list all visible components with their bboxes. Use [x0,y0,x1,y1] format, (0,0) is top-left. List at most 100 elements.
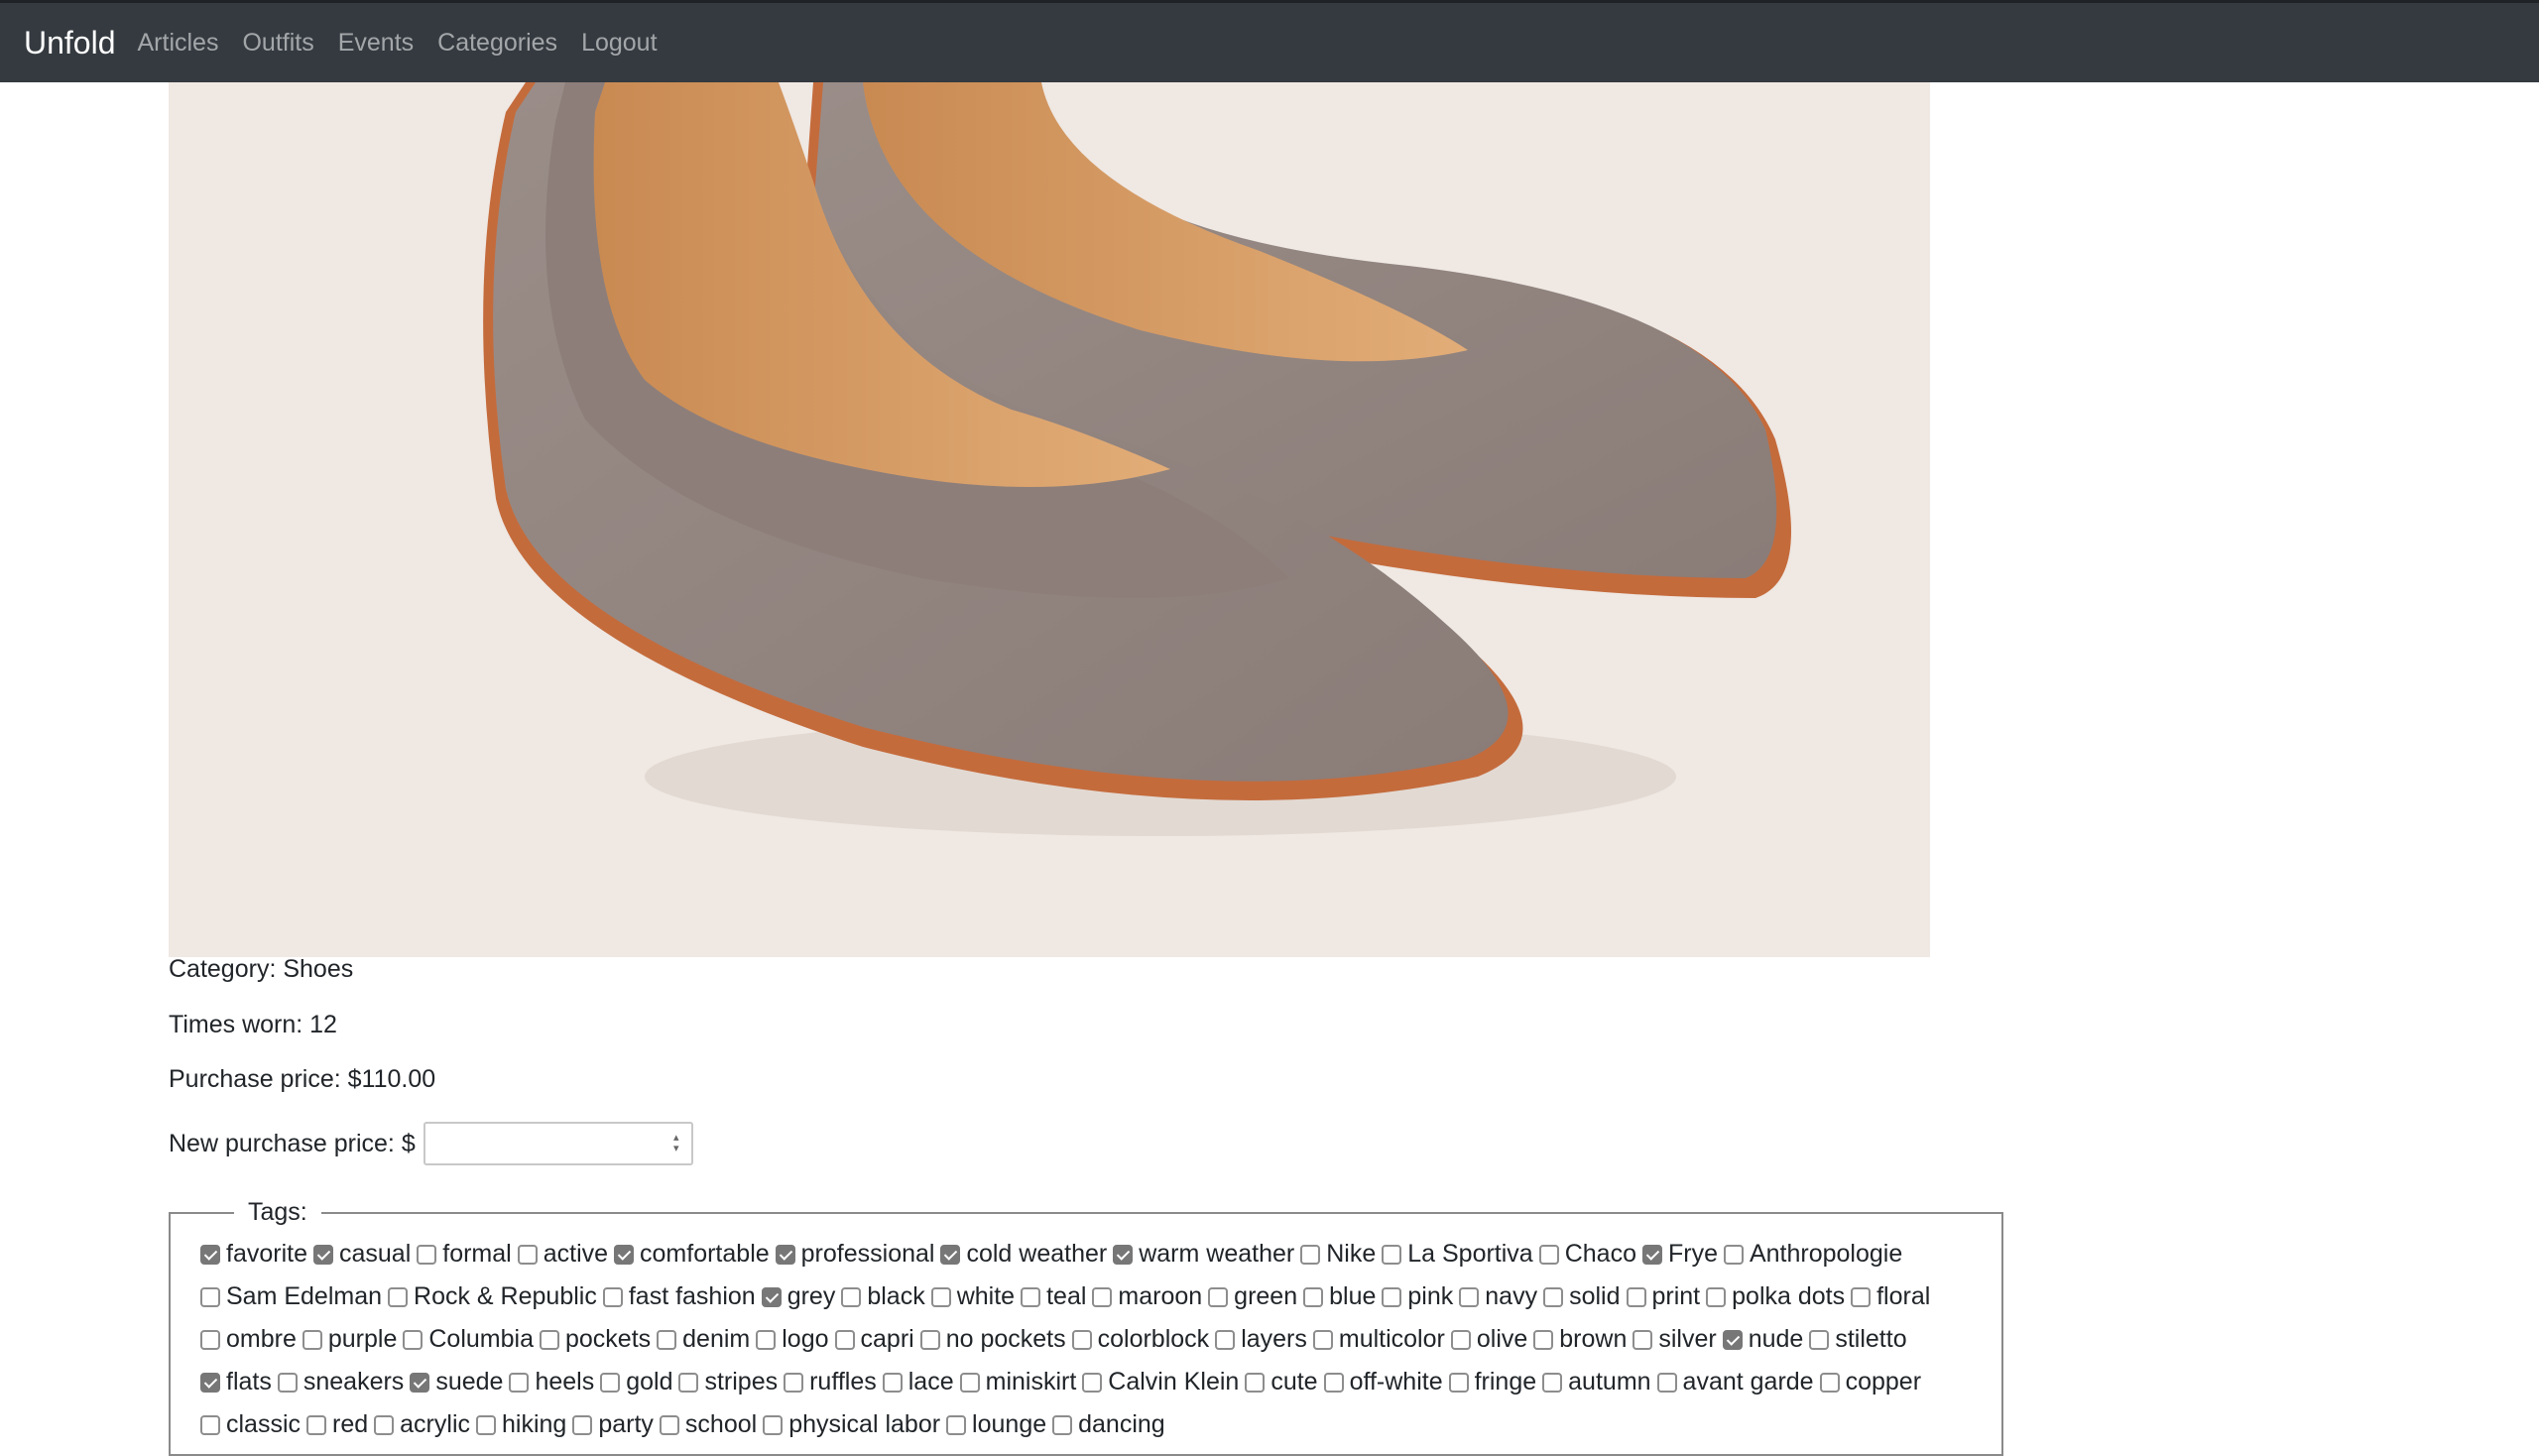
tag-option[interactable]: party [572,1403,654,1446]
tag-option[interactable]: stiletto [1809,1318,1907,1361]
tag-checkbox[interactable] [312,1244,333,1265]
tag-checkbox[interactable] [388,1286,409,1307]
tag-checkbox[interactable] [403,1329,423,1350]
tag-checkbox[interactable] [959,1372,980,1393]
nav-logout[interactable]: Logout [569,29,668,58]
tag-option[interactable]: pockets [539,1318,651,1361]
tag-option[interactable]: formal [417,1233,512,1275]
tag-checkbox[interactable] [1450,1329,1471,1350]
tag-checkbox[interactable] [200,1329,220,1350]
tag-option[interactable]: layers [1215,1318,1307,1361]
tag-checkbox[interactable] [410,1372,430,1393]
tag-option[interactable]: ruffles [784,1361,877,1403]
tag-checkbox[interactable] [1113,1244,1134,1265]
tag-option[interactable]: Calvin Klein [1082,1361,1239,1403]
tag-option[interactable]: favorite [200,1233,307,1275]
tag-checkbox[interactable] [509,1372,530,1393]
tag-checkbox[interactable] [657,1329,677,1350]
tag-option[interactable]: hiking [476,1403,566,1446]
tag-checkbox[interactable] [1245,1372,1266,1393]
tag-option[interactable]: suede [410,1361,503,1403]
tag-option[interactable]: miniskirt [959,1361,1076,1403]
tag-checkbox[interactable] [602,1286,623,1307]
tag-option[interactable]: teal [1021,1275,1086,1318]
tag-checkbox[interactable] [572,1414,593,1435]
tag-option[interactable]: colorblock [1071,1318,1209,1361]
tag-checkbox[interactable] [1312,1329,1333,1350]
tag-option[interactable]: olive [1450,1318,1527,1361]
tag-option[interactable]: white [930,1275,1015,1318]
tag-checkbox[interactable] [614,1244,635,1265]
tag-option[interactable]: Columbia [403,1318,534,1361]
tag-option[interactable]: ombre [200,1318,297,1361]
tag-option[interactable]: autumn [1542,1361,1651,1403]
tag-checkbox[interactable] [600,1372,621,1393]
tag-option[interactable]: Rock & Republic [388,1275,597,1318]
tag-option[interactable]: no pockets [919,1318,1066,1361]
tag-option[interactable]: polka dots [1706,1275,1845,1318]
tag-option[interactable]: nude [1722,1318,1803,1361]
tag-checkbox[interactable] [1706,1286,1727,1307]
tag-option[interactable]: comfortable [614,1233,770,1275]
tag-checkbox[interactable] [539,1329,559,1350]
tag-checkbox[interactable] [306,1414,327,1435]
tag-option[interactable]: fast fashion [602,1275,756,1318]
tag-option[interactable]: print [1626,1275,1700,1318]
tag-checkbox[interactable] [1722,1329,1743,1350]
tag-option[interactable]: lounge [946,1403,1046,1446]
tag-option[interactable]: floral [1851,1275,1930,1318]
tag-checkbox[interactable] [1448,1372,1469,1393]
tag-checkbox[interactable] [200,1286,220,1307]
tag-option[interactable]: warm weather [1113,1233,1294,1275]
tag-checkbox[interactable] [1021,1286,1041,1307]
nav-categories[interactable]: Categories [425,29,569,58]
tag-checkbox[interactable] [775,1244,795,1265]
tag-option[interactable]: flats [200,1361,272,1403]
tag-option[interactable]: cold weather [940,1233,1107,1275]
tag-option[interactable]: off-white [1323,1361,1443,1403]
tag-checkbox[interactable] [200,1414,220,1435]
tag-checkbox[interactable] [200,1244,220,1265]
tag-checkbox[interactable] [761,1286,782,1307]
tag-checkbox[interactable] [1208,1286,1229,1307]
tag-option[interactable]: active [517,1233,608,1275]
tag-option[interactable]: solid [1543,1275,1621,1318]
tag-checkbox[interactable] [882,1372,903,1393]
tag-option[interactable]: dancing [1052,1403,1165,1446]
tag-option[interactable]: logo [756,1318,829,1361]
tag-checkbox[interactable] [374,1414,395,1435]
tag-option[interactable]: avant garde [1656,1361,1814,1403]
tag-checkbox[interactable] [277,1372,298,1393]
tag-checkbox[interactable] [659,1414,679,1435]
tag-option[interactable]: brown [1533,1318,1627,1361]
tag-option[interactable]: professional [775,1233,934,1275]
tag-option[interactable]: green [1208,1275,1297,1318]
tag-option[interactable]: maroon [1092,1275,1202,1318]
number-spinner-icon[interactable]: ▴ ▾ [669,1133,683,1156]
tag-checkbox[interactable] [1323,1372,1344,1393]
tag-option[interactable]: purple [302,1318,397,1361]
tag-checkbox[interactable] [841,1286,862,1307]
nav-outfits[interactable]: Outfits [230,29,325,58]
tag-option[interactable]: sneakers [277,1361,404,1403]
tag-option[interactable]: heels [509,1361,594,1403]
tag-option[interactable]: Chaco [1538,1233,1636,1275]
tag-option[interactable]: acrylic [374,1403,470,1446]
tag-checkbox[interactable] [919,1329,940,1350]
tag-checkbox[interactable] [1656,1372,1677,1393]
tag-checkbox[interactable] [517,1244,538,1265]
tag-checkbox[interactable] [1538,1244,1559,1265]
tag-option[interactable]: school [659,1403,757,1446]
tag-option[interactable]: multicolor [1312,1318,1445,1361]
tag-checkbox[interactable] [834,1329,855,1350]
brand-link[interactable]: Unfold [24,25,116,61]
tag-checkbox[interactable] [1071,1329,1092,1350]
tag-checkbox[interactable] [784,1372,804,1393]
tag-checkbox[interactable] [940,1244,961,1265]
tag-checkbox[interactable] [1092,1286,1113,1307]
nav-events[interactable]: Events [326,29,425,58]
tag-option[interactable]: classic [200,1403,301,1446]
tag-option[interactable]: black [841,1275,925,1318]
tag-checkbox[interactable] [1543,1286,1564,1307]
tag-checkbox[interactable] [302,1329,322,1350]
